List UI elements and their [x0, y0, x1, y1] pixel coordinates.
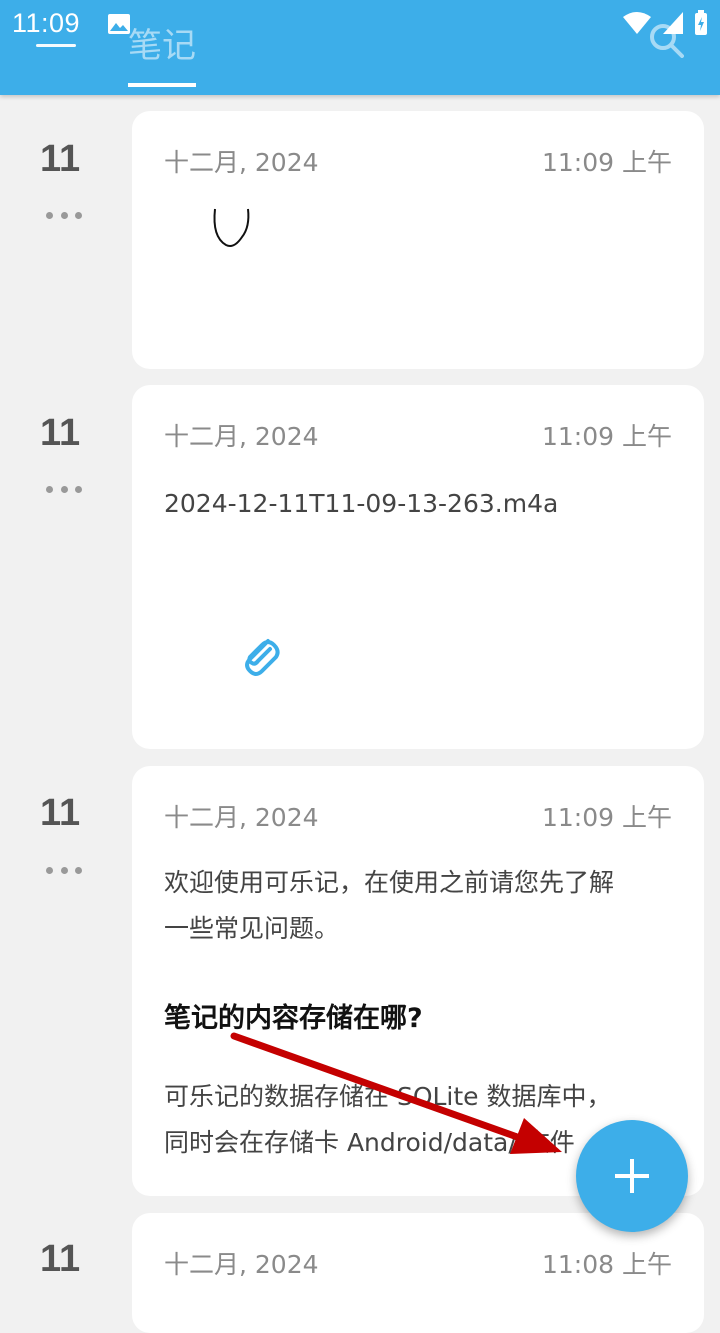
add-note-button[interactable] — [576, 1120, 688, 1232]
app-bar: 11:09 笔记 — [0, 0, 720, 95]
note-intro-line: 欢迎使用可乐记，在使用之前请您先了解 — [164, 868, 615, 897]
note-date: 十二月, 2024 — [164, 803, 319, 832]
note-time: 11:08 上午 — [542, 1250, 672, 1279]
note-card[interactable]: 十二月, 2024 11:09 上午 2024-12-11T11-09-13-2… — [132, 385, 704, 749]
status-time: 11:09 — [12, 8, 81, 38]
tab-notes[interactable]: 笔记 — [128, 18, 196, 67]
note-heading: 笔记的内容存储在哪? — [164, 1003, 423, 1034]
attachment-filename: 2024-12-11T11-09-13-263.m4a — [164, 489, 559, 518]
note-time: 11:09 上午 — [542, 422, 672, 451]
note-body-line: 同时会在存储卡 Android/data/ 文件 — [164, 1128, 575, 1157]
plus-icon — [615, 1159, 649, 1193]
note-intro-line: 一些常见问题。 — [164, 914, 340, 943]
note-day: 11 — [40, 1238, 81, 1280]
note-body-line: 可乐记的数据存储在 SQLite 数据库中， — [164, 1082, 612, 1111]
note-day: 11 — [40, 138, 81, 180]
tab-indicator — [128, 83, 196, 87]
note-card[interactable]: 十二月, 2024 11:08 上午 — [132, 1213, 704, 1333]
note-day: 11 — [40, 792, 81, 834]
note-date: 十二月, 2024 — [164, 422, 319, 451]
handwriting-sketch — [213, 208, 250, 247]
note-time: 11:09 上午 — [542, 803, 672, 832]
note-day: 11 — [40, 412, 81, 454]
more-icon[interactable] — [46, 486, 82, 494]
note-date: 十二月, 2024 — [164, 148, 319, 177]
more-icon[interactable] — [46, 867, 82, 875]
search-icon[interactable] — [646, 20, 686, 60]
attachment-icon[interactable] — [240, 633, 280, 677]
more-icon[interactable] — [46, 212, 82, 220]
note-card[interactable]: 十二月, 2024 11:09 上午 — [132, 111, 704, 369]
note-time: 11:09 上午 — [542, 148, 672, 177]
battery-icon — [695, 10, 707, 35]
note-date: 十二月, 2024 — [164, 1250, 319, 1279]
menu-icon[interactable] — [36, 44, 76, 50]
